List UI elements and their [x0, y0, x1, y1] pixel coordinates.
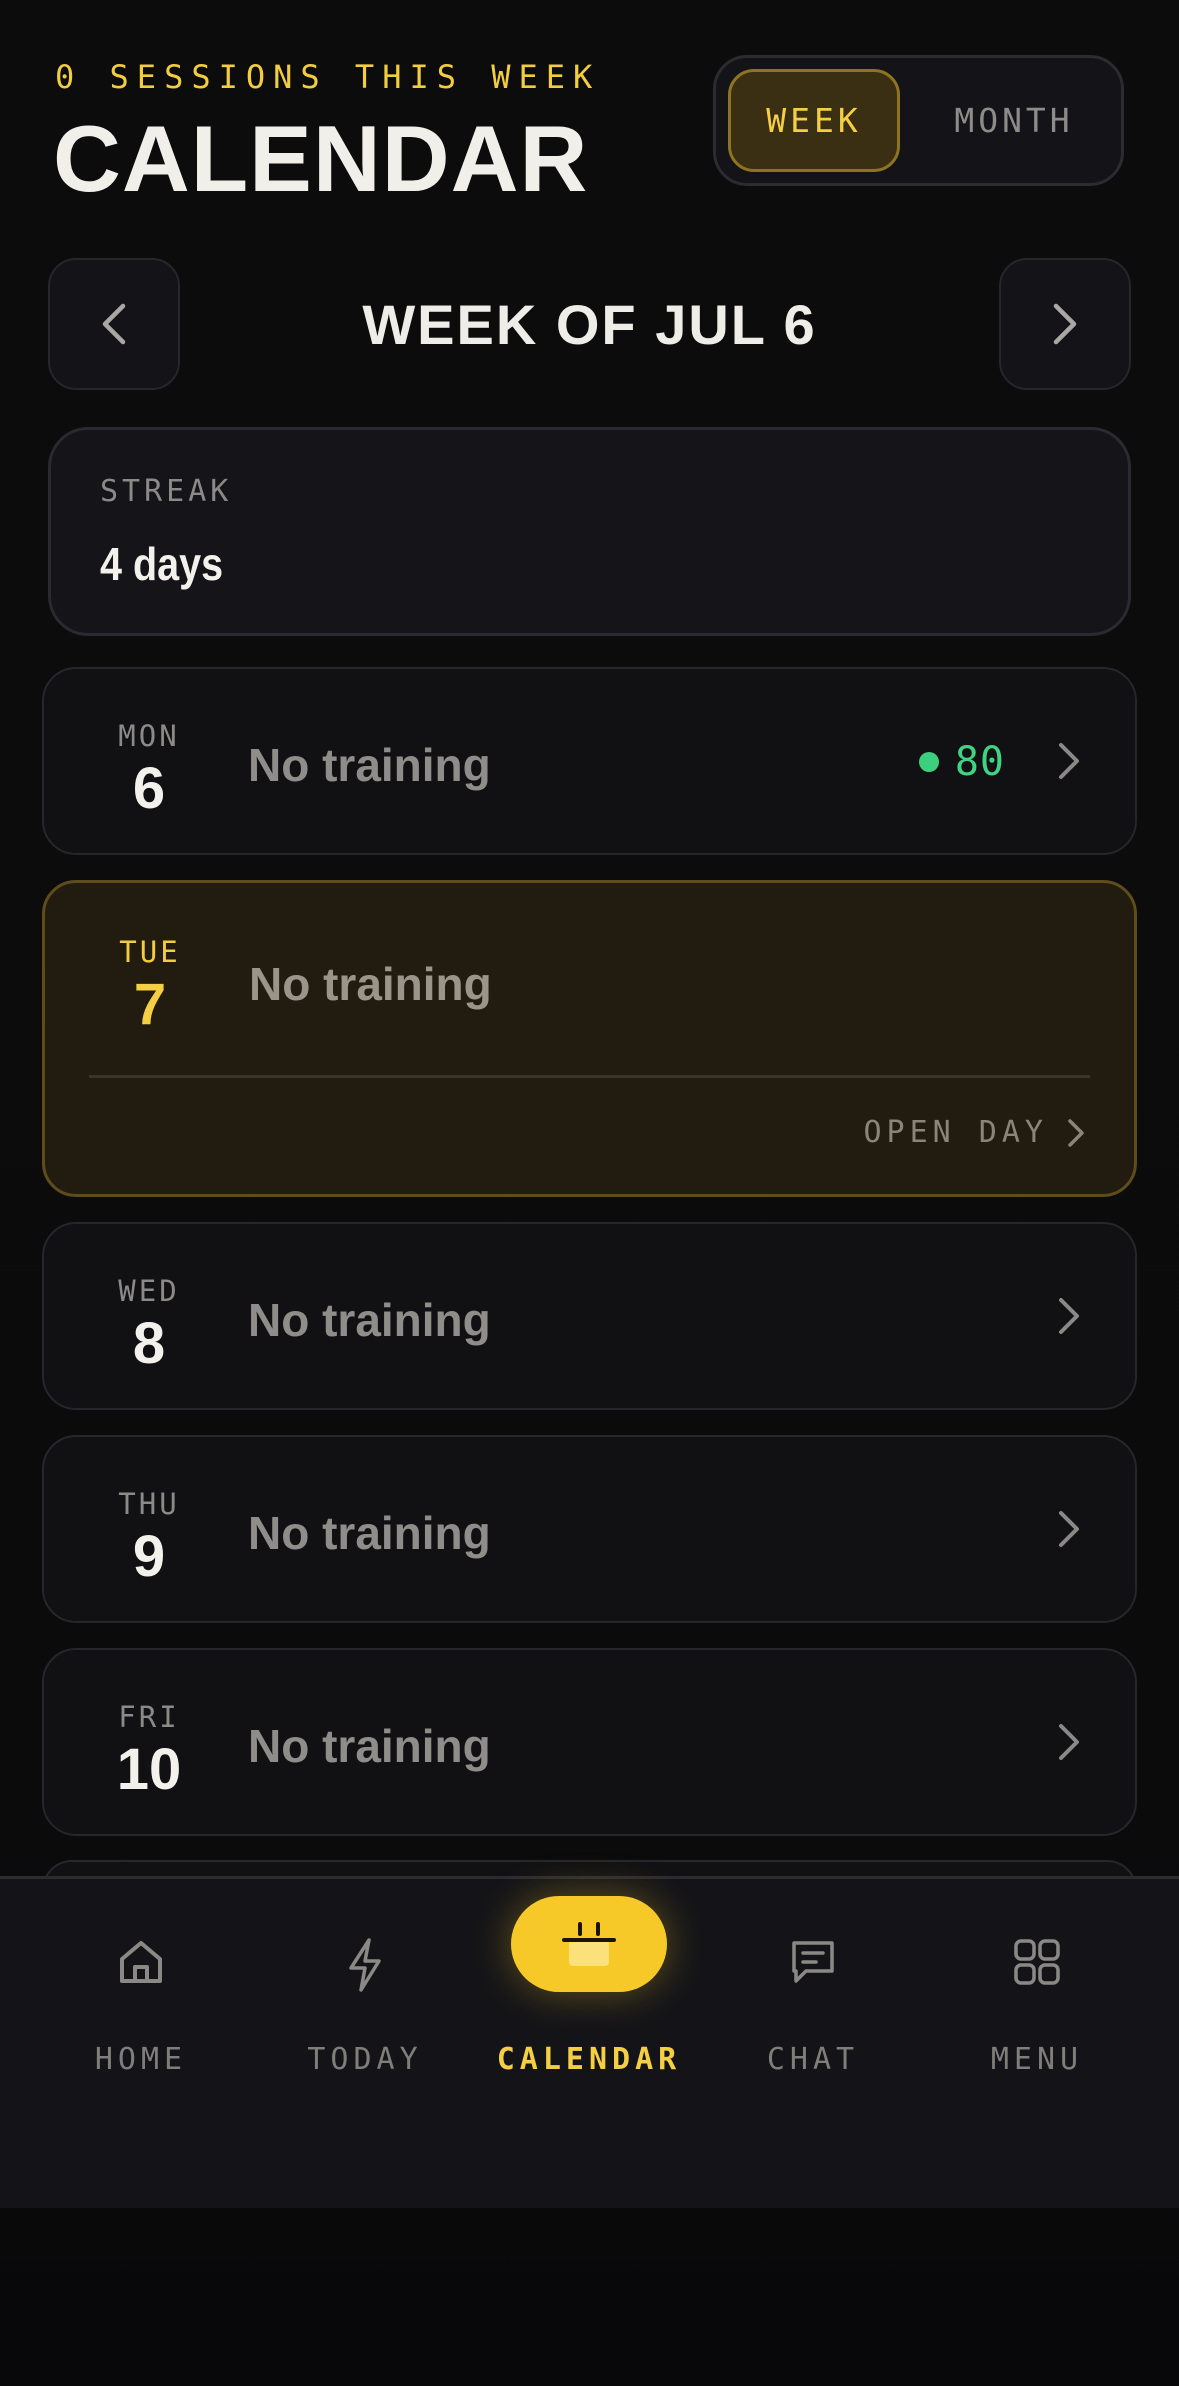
day-number: 7: [133, 972, 167, 1037]
next-week-button[interactable]: [999, 258, 1131, 390]
lightning-icon: [349, 1938, 381, 1992]
tab-label: MENU: [990, 2042, 1084, 2077]
day-of-week: TUE: [119, 935, 181, 969]
tab-label: CALENDAR: [496, 2042, 682, 2077]
calendar-icon: [562, 1922, 616, 1966]
week-label: WEEK OF JUL 6: [362, 293, 817, 356]
bottom-tab-bar: HOME TODAY CALENDAR CHAT MENU: [0, 1876, 1179, 2208]
day-card-tue: TUE 7 No training OPEN DAY: [42, 880, 1137, 1197]
calendar-screen: 0 SESSIONS THIS WEEK CALENDAR WEEK MONTH…: [0, 0, 1179, 2386]
chevron-right-icon: [1059, 1724, 1079, 1760]
calendar-tab-pill: [511, 1896, 667, 1992]
day-of-week: THU: [118, 1487, 180, 1521]
day-number: 6: [132, 756, 166, 821]
grid-icon: [1014, 1939, 1060, 1985]
chevron-right-icon: [1059, 1298, 1079, 1334]
tab-home[interactable]: HOME: [23, 1879, 259, 2099]
day-number: 9: [132, 1524, 166, 1589]
day-status: No training: [248, 1720, 491, 1772]
tab-menu[interactable]: MENU: [919, 1879, 1155, 2099]
day-status: No training: [248, 1294, 491, 1346]
day-of-week: FRI: [118, 1700, 180, 1734]
streak-card: STREAK 4 days: [48, 427, 1131, 636]
chevron-left-icon: [102, 303, 126, 345]
day-of-week: MON: [118, 719, 180, 753]
divider: [89, 1075, 1090, 1078]
day-card-wed[interactable]: WED 8 No training: [42, 1222, 1137, 1410]
tab-chat[interactable]: CHAT: [695, 1879, 931, 2099]
chevron-right-icon: [1068, 1118, 1084, 1147]
page-title: CALENDAR: [53, 106, 589, 211]
open-day-label: OPEN DAY: [863, 1115, 1048, 1150]
day-of-week: WED: [118, 1274, 180, 1308]
tab-label: HOME: [94, 2042, 188, 2077]
tab-label: CHAT: [766, 2042, 860, 2077]
streak-value: 4 days: [100, 538, 224, 590]
day-card-fri[interactable]: FRI 10 No training: [42, 1648, 1137, 1836]
chat-icon: [792, 1941, 834, 1983]
home-icon: [120, 1941, 162, 1983]
tab-calendar[interactable]: CALENDAR: [471, 1879, 707, 2099]
tab-label: TODAY: [307, 2042, 423, 2077]
day-card-mon[interactable]: MON 6 No training 80: [42, 667, 1137, 855]
view-toggle: WEEK MONTH: [713, 55, 1124, 186]
chevron-right-icon: [1059, 1511, 1079, 1547]
sessions-count: 0 SESSIONS THIS WEEK: [55, 58, 601, 96]
score-value: 80: [954, 739, 1005, 785]
tab-today[interactable]: TODAY: [247, 1879, 483, 2099]
chevron-right-icon: [1053, 303, 1077, 345]
open-day-button[interactable]: OPEN DAY: [864, 1115, 1087, 1150]
chevron-right-icon: [1059, 743, 1079, 779]
day-status: No training: [248, 1507, 491, 1559]
previous-week-button[interactable]: [48, 258, 180, 390]
day-number: 10: [116, 1737, 182, 1802]
readiness-score: 80: [918, 739, 1005, 785]
view-week-button[interactable]: WEEK: [728, 69, 900, 172]
day-card-thu[interactable]: THU 9 No training: [42, 1435, 1137, 1623]
status-dot-icon: [918, 752, 939, 772]
day-number: 8: [132, 1311, 166, 1376]
streak-label: STREAK: [100, 474, 233, 509]
view-month-button[interactable]: MONTH: [916, 69, 1112, 172]
day-status: No training: [249, 958, 492, 1010]
day-status: No training: [248, 739, 491, 791]
